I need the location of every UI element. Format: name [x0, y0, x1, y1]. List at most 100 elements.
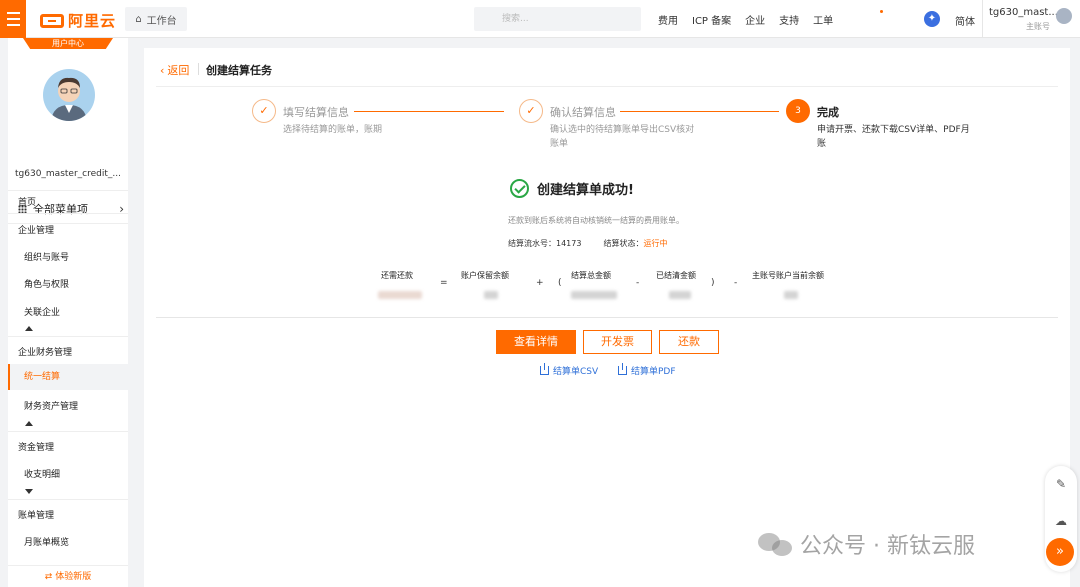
nav-enterprise[interactable]: 企业 — [745, 12, 765, 27]
op-minus: - — [636, 278, 640, 288]
main-panel: ‹ 返回 创建结算任务 ✓ 填写结算信息 选择待结算的账单，账期 ✓ 确认结算信… — [144, 48, 1070, 587]
formula-need-repay: 还需还款 — [381, 271, 413, 280]
formula-main-balance: 主账号账户当前余额 — [752, 271, 824, 280]
top-bar: 阿里云 ⌂ 工作台 搜索... 费用 ICP 备案 企业 支持 工单 ✦ 简体 … — [0, 0, 1080, 38]
status-badge: 运行中 — [643, 239, 668, 248]
invoice-button[interactable]: 开发票 — [583, 330, 652, 354]
search-input[interactable]: 搜索... — [474, 7, 641, 31]
step-title: 填写结算信息 — [283, 106, 349, 119]
divider — [8, 213, 128, 214]
formula-value-blurred — [484, 291, 498, 299]
success-header: 创建结算单成功! — [510, 179, 634, 198]
nav-fee[interactable]: 费用 — [658, 12, 678, 27]
sidebar-group-bill[interactable]: 账单管理 — [8, 508, 128, 521]
sidebar-item-monthly-bill[interactable]: 月账单概览 — [8, 535, 128, 548]
account-menu[interactable]: tg630_mast... 主账号 — [982, 0, 1080, 38]
home-icon: ⌂ — [135, 13, 142, 25]
op-equals: = — [440, 278, 448, 288]
cloud-icon[interactable]: ☁ — [1054, 514, 1068, 528]
step-2: ✓ 确认结算信息 确认选中的待结算账单导出CSV核对账单 — [519, 99, 739, 159]
success-description: 还款到账后系统将自动核销统一结算的费用账单。 — [508, 216, 684, 225]
formula-reserve-balance: 账户保留余额 — [461, 271, 509, 280]
sidebar-group-finance[interactable]: 企业财务管理 — [8, 345, 128, 358]
menu-icon[interactable] — [0, 0, 26, 38]
workbench-label: 工作台 — [146, 15, 177, 27]
sidebar-item-home[interactable]: 首页 — [8, 195, 128, 208]
notification-dot — [880, 10, 883, 13]
edit-icon[interactable]: ✎ — [1054, 477, 1068, 491]
divider — [198, 63, 199, 75]
page-title: 创建结算任务 — [206, 64, 272, 77]
nav-support[interactable]: 支持 — [779, 12, 799, 27]
step-3: 3 完成 申请开票、还款下载CSV详单、PDF月账 — [786, 99, 986, 159]
repayment-formula: 还需还款 = 账户保留余额 + ( 结算总金额 - 已结清金额 ) - 主账号账… — [144, 270, 1070, 310]
expand-float-button[interactable]: » — [1046, 538, 1074, 566]
logo-text: 阿里云 — [68, 12, 117, 30]
divider — [8, 431, 128, 432]
step-check-icon: ✓ — [252, 99, 276, 123]
check-circle-icon — [510, 179, 529, 198]
collapse-icon[interactable] — [25, 326, 33, 331]
watermark: 公众号 · 新钛云服 — [758, 528, 975, 560]
globe-icon[interactable]: ✦ — [924, 11, 940, 27]
logo-icon — [40, 13, 64, 28]
status-field: 结算状态：运行中 — [603, 239, 668, 248]
top-nav: 费用 ICP 备案 企业 支持 工单 — [658, 0, 833, 38]
divider — [8, 499, 128, 500]
workbench-button[interactable]: ⌂ 工作台 — [125, 7, 187, 31]
download-pdf-link[interactable]: 结算单PDF — [618, 363, 676, 377]
avatar — [1056, 8, 1072, 24]
nav-icp[interactable]: ICP 备案 — [692, 12, 731, 27]
csv-link-label: 结算单CSV — [553, 367, 599, 377]
nav-ticket[interactable]: 工单 — [813, 12, 833, 27]
back-link[interactable]: ‹ 返回 — [160, 62, 189, 78]
sidebar-item-role-perm[interactable]: 角色与权限 — [8, 277, 128, 290]
repay-button[interactable]: 还款 — [659, 330, 719, 354]
sidebar-item-unified-settle[interactable]: 统一结算 — [8, 364, 128, 390]
collapse-icon[interactable] — [25, 421, 33, 426]
step-desc: 确认选中的待结算账单导出CSV核对账单 — [550, 125, 695, 149]
step-connector — [620, 111, 779, 112]
settlement-info: 结算流水号：14173 结算状态：运行中 — [508, 238, 667, 249]
step-connector — [354, 111, 504, 112]
op-minus: - — [734, 278, 738, 288]
success-title: 创建结算单成功! — [537, 183, 634, 198]
back-label: 返回 — [167, 64, 190, 77]
divider — [156, 86, 1058, 87]
divider — [156, 317, 1058, 318]
sidebar-menu: 首页 企业管理 组织与账号 角色与权限 关联企业 企业财务管理 统一结算 财务资… — [8, 38, 128, 587]
step-desc: 申请开票、还款下载CSV详单、PDF月账 — [817, 125, 970, 149]
wechat-icon — [758, 531, 792, 557]
watermark-text: 公众号 · 新钛云服 — [800, 534, 975, 559]
step-number: 3 — [786, 99, 810, 123]
view-detail-button[interactable]: 查看详情 — [496, 330, 576, 354]
op-right-paren: ) — [711, 278, 715, 288]
upload-icon — [540, 363, 549, 375]
step-title: 完成 — [817, 106, 839, 119]
chevron-left-icon: ‹ — [160, 63, 165, 77]
formula-value-blurred — [669, 291, 691, 299]
sidebar-item-org-account[interactable]: 组织与账号 — [8, 250, 128, 263]
sidebar-item-income-detail[interactable]: 收支明细 — [8, 467, 128, 480]
pdf-link-label: 结算单PDF — [631, 367, 676, 377]
formula-value-blurred — [378, 291, 422, 299]
step-desc: 选择待结算的账单，账期 — [283, 125, 383, 135]
serial-number: 14173 — [556, 239, 582, 248]
try-new-version-link[interactable]: ⇄ 体验新版 — [8, 565, 128, 587]
op-plus: + — [536, 278, 544, 288]
formula-settled-amount: 已结清金额 — [656, 271, 696, 280]
divider — [8, 336, 128, 337]
language-switch[interactable]: 简体 — [955, 13, 975, 28]
sidebar-item-related-ent[interactable]: 关联企业 — [8, 305, 128, 318]
aliyun-logo[interactable]: 阿里云 — [40, 10, 116, 31]
serial-field: 结算流水号：14173 — [508, 239, 582, 248]
expand-icon[interactable] — [25, 489, 33, 494]
upload-icon — [618, 363, 627, 375]
sidebar-item-fin-asset[interactable]: 财务资产管理 — [8, 399, 128, 412]
sidebar-group-fund[interactable]: 资金管理 — [8, 440, 128, 453]
download-csv-link[interactable]: 结算单CSV — [540, 363, 599, 377]
sidebar-group-enterprise[interactable]: 企业管理 — [8, 223, 128, 236]
formula-settle-total: 结算总金额 — [571, 271, 611, 280]
formula-value-blurred — [571, 291, 617, 299]
formula-value-blurred — [784, 291, 798, 299]
